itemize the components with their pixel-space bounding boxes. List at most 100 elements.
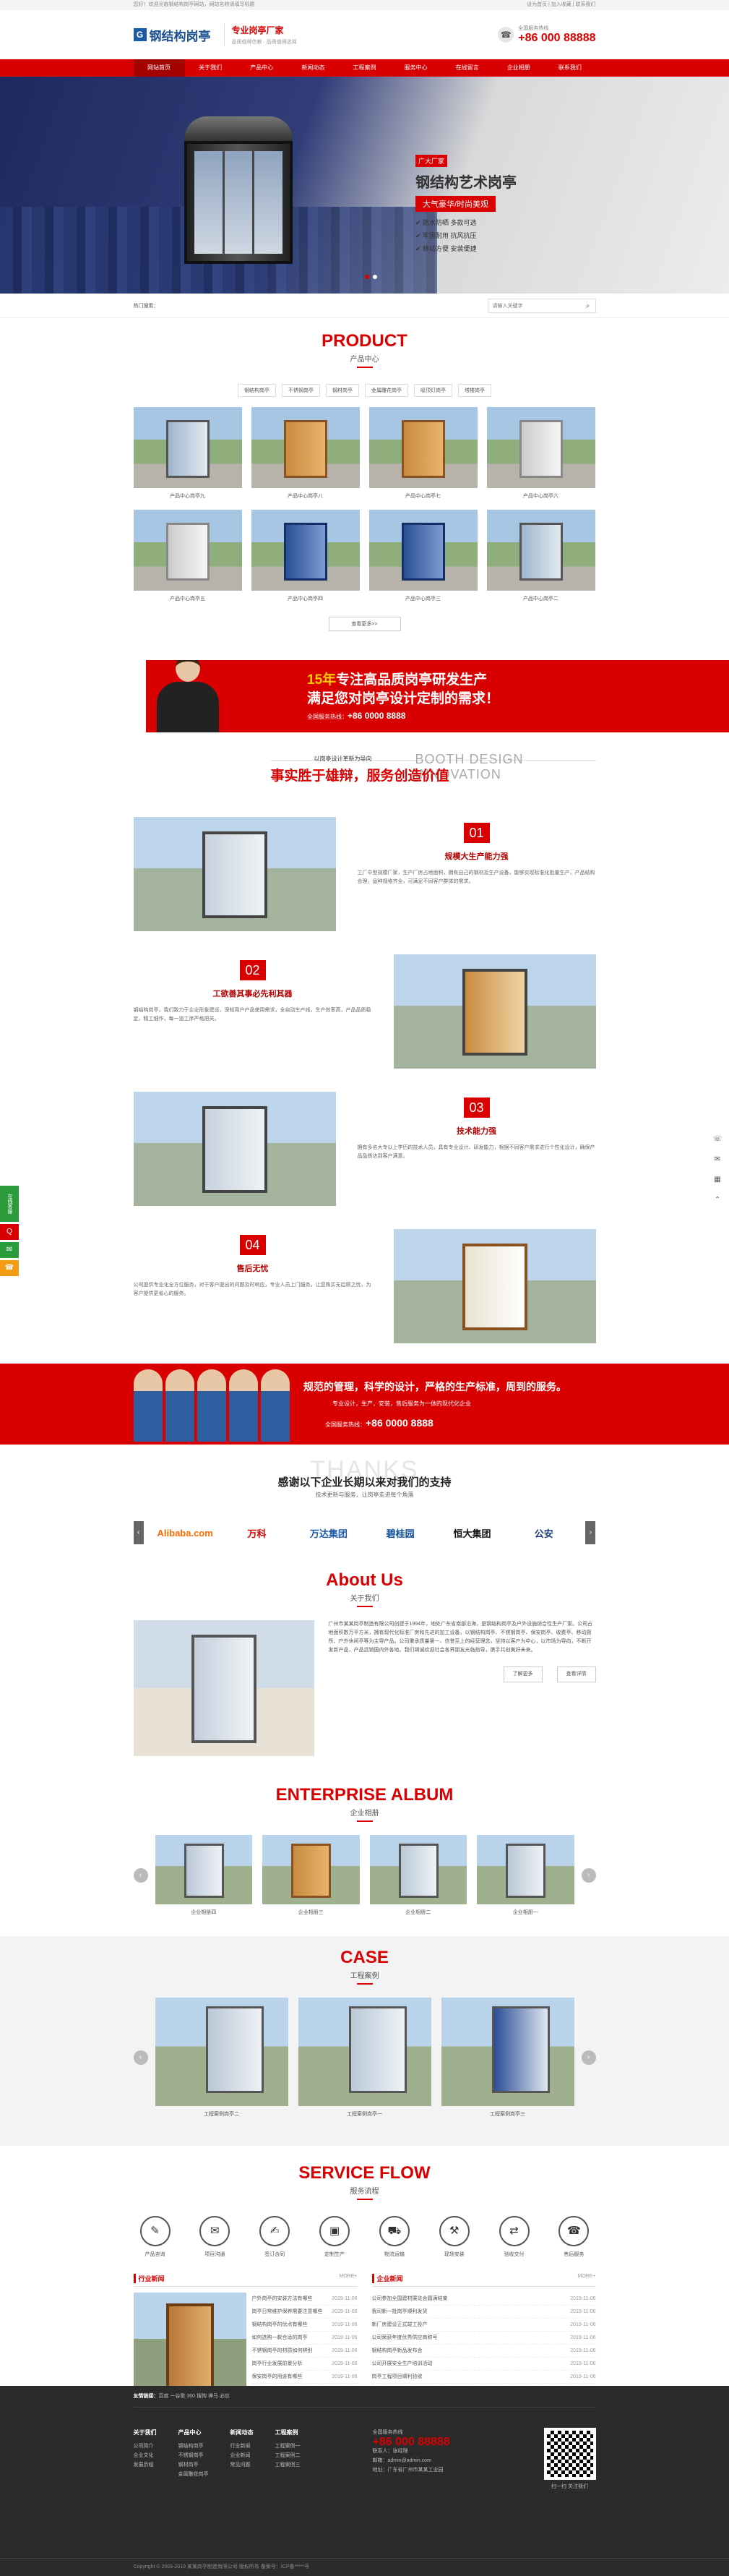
phone-icon[interactable]: ☏ <box>710 1135 725 1151</box>
nav-news[interactable]: 新闻动态 <box>288 59 339 77</box>
flow-step: ☎ 售后服务 <box>552 2216 595 2258</box>
product-card[interactable]: 产品中心岗亭九 <box>133 407 242 500</box>
product-tab[interactable]: 金属雕花岗亭 <box>365 384 408 397</box>
nav-album[interactable]: 企业相册 <box>493 59 544 77</box>
company-news-more[interactable]: MORE+ <box>577 2274 595 2283</box>
nav-cases[interactable]: 工程案例 <box>339 59 390 77</box>
banner-dot[interactable] <box>372 275 377 279</box>
prev-arrow-icon[interactable]: ‹ <box>133 2050 148 2065</box>
case-item[interactable]: 工程案例岗亭一 <box>298 1998 431 2118</box>
chat-icon: ✉ <box>199 2216 230 2246</box>
banner-dots <box>364 275 377 279</box>
prev-arrow-icon[interactable]: ‹ <box>133 1521 144 1544</box>
promo-person-image <box>148 660 228 732</box>
next-arrow-icon[interactable]: › <box>581 1868 596 1883</box>
friend-links-list[interactable]: 百度 一谷歌 360 搜狗 神马 必应 <box>159 2394 230 2399</box>
news-item[interactable]: 如何选购一款合适的岗亭 2019-11-06 <box>251 2332 358 2345</box>
album-item[interactable]: 企业相册四 <box>155 1835 252 1916</box>
news-item[interactable]: 钢结构岗亭新品发布会 2019-11-06 <box>371 2345 596 2358</box>
phone-icon[interactable]: ☎ <box>0 1260 19 1276</box>
product-card[interactable]: 产品中心岗亭二 <box>486 510 595 602</box>
nav-service[interactable]: 服务中心 <box>390 59 441 77</box>
news-item[interactable]: 公司开展安全生产培训活动 2019-11-06 <box>371 2358 596 2371</box>
partners-subtitle: 技术更新与服务，让岗亭走进每个角落 <box>315 1492 414 1498</box>
view-details-button[interactable]: 查看详情 <box>556 1666 596 1682</box>
album-item[interactable]: 企业相册一 <box>477 1835 574 1916</box>
online-service-tab[interactable]: 在线客服 <box>0 1186 19 1222</box>
slogan-main: 专业岗亭厂家 <box>231 25 284 35</box>
product-tab[interactable]: 吸顶灯岗亭 <box>414 384 452 397</box>
section-title-cn: 企业相册 <box>350 1810 379 1818</box>
qrcode-icon[interactable]: ▦ <box>710 1176 725 1191</box>
consult-icon: ✎ <box>139 2216 171 2246</box>
case-item[interactable]: 工程案例岗亭三 <box>441 1998 574 2118</box>
hero-banner[interactable]: 广大厂家 钢结构艺术岗亭 大气豪华/时尚美观 防水防晒 多款可选 牢固耐用 抗风… <box>0 77 729 294</box>
advantage-text: 工厂中型规模厂家，生产厂房占地面积，拥有自己的钢材及生产设备，能够实现标准化批量… <box>357 870 595 884</box>
news-item[interactable]: 我司新一批岗亭顺利发货 2019-11-06 <box>371 2306 596 2319</box>
more-products-button[interactable]: 查看更多>> <box>328 617 401 631</box>
news-item[interactable]: 新厂房建设正式竣工投产 2019-11-06 <box>371 2319 596 2332</box>
banner-dot[interactable] <box>364 275 369 279</box>
header-hotline: ☎ 全国服务热线 +86 000 88888 <box>498 25 596 45</box>
nav-products[interactable]: 产品中心 <box>236 59 288 77</box>
chat-icon[interactable]: ✉ <box>710 1155 725 1171</box>
search-input[interactable] <box>488 299 581 312</box>
case-item[interactable]: 工程案例岗亭二 <box>155 1998 288 2118</box>
news-item[interactable]: 岗亭行业发展前景分析 2019-11-06 <box>251 2358 358 2371</box>
section-title-en: PRODUCT <box>322 331 407 351</box>
section-title-cn: 服务流程 <box>350 2188 379 2196</box>
wechat-icon[interactable]: ✉ <box>0 1242 19 1258</box>
nav-about[interactable]: 关于我们 <box>185 59 236 77</box>
truck-icon: ⛟ <box>379 2216 410 2246</box>
news-item[interactable]: 不锈钢岗亭的材质如何辨别 2019-11-06 <box>251 2345 358 2358</box>
case-section: CASE 工程案例 ‹ 工程案例岗亭二 工程案例岗亭一 工程案例岗亭三 › <box>0 1936 729 2146</box>
album-item[interactable]: 企业相册二 <box>369 1835 467 1916</box>
news-item[interactable]: 公司参加全国建材展览会圆满结束 2019-11-06 <box>371 2293 596 2306</box>
prev-arrow-icon[interactable]: ‹ <box>133 1868 148 1883</box>
float-tools-right: ☏ ✉ ▦ ⌃ <box>710 1135 725 1216</box>
top-links[interactable]: 设为首页 | 加入收藏 | 联系我们 <box>527 0 595 10</box>
partner-logo: 恒大集团 <box>453 1528 491 1539</box>
promo-line1: 15年专注高品质岗亭研发生产 <box>307 672 488 688</box>
product-card[interactable]: 产品中心岗亭七 <box>368 407 478 500</box>
qq-icon[interactable]: Q <box>0 1224 19 1240</box>
partners-section: THANKS 感谢以下企业长期以来对我们的支持 技术更新与服务，让岗亭走进每个角… <box>133 1456 596 1554</box>
album-item[interactable]: 企业相册三 <box>262 1835 360 1916</box>
case-carousel: ‹ 工程案例岗亭二 工程案例岗亭一 工程案例岗亭三 › <box>133 1998 596 2118</box>
top-icon[interactable]: ⌃ <box>710 1196 725 1212</box>
banner-kiosk-image <box>184 116 293 275</box>
industry-news-more[interactable]: MORE+ <box>339 2274 357 2283</box>
promo-people-image <box>134 1369 290 1442</box>
section-title-en: ENTERPRISE ALBUM <box>275 1785 454 1805</box>
nav-contact[interactable]: 联系我们 <box>544 59 595 77</box>
hotline-label: 全国服务热线 <box>518 26 549 31</box>
product-tab[interactable]: 钢结构岗亭 <box>238 384 276 397</box>
news-item[interactable]: 岗亭工程项目顺利验收 2019-11-06 <box>371 2371 596 2384</box>
about-text: 广州市某某岗亭制造有限公司创建于1994年，地处广东省南部沿海，是钢结构岗亭及户… <box>328 1622 593 1653</box>
product-card[interactable]: 产品中心岗亭八 <box>251 407 360 500</box>
product-card[interactable]: 产品中心岗亭六 <box>486 407 595 500</box>
product-tab[interactable]: 钢材岗亭 <box>326 384 359 397</box>
product-card[interactable]: 产品中心岗亭五 <box>133 510 242 602</box>
product-tab[interactable]: 塔楼岗亭 <box>458 384 491 397</box>
exchange-icon: ⇄ <box>499 2216 530 2246</box>
next-arrow-icon[interactable]: › <box>581 2050 596 2065</box>
album-carousel: ‹ 企业相册四 企业相册三 企业相册二 企业相册一 › <box>133 1835 596 1916</box>
product-tab[interactable]: 不锈钢岗亭 <box>282 384 320 397</box>
news-item[interactable]: 保安岗亭的用途有哪些 2019-11-06 <box>251 2371 358 2384</box>
site-logo[interactable]: G 钢结构岗亭 <box>133 26 211 44</box>
product-card[interactable]: 产品中心岗亭三 <box>368 510 478 602</box>
news-item[interactable]: 钢结构岗亭的优点有哪些 2019-11-06 <box>251 2319 358 2332</box>
promo2-hotline: 全国服务热线：+86 0000 8888 <box>325 1417 433 1429</box>
footer-phone: +86 000 88888 <box>372 2436 450 2448</box>
nav-message[interactable]: 在线留言 <box>441 59 493 77</box>
next-arrow-icon[interactable]: › <box>585 1521 596 1544</box>
news-item[interactable]: 岗亭日常维护保养需要注意哪些 2019-11-06 <box>251 2306 358 2319</box>
news-item[interactable]: 户外岗亭的安装方法有哪些 2019-11-06 <box>251 2293 358 2306</box>
product-card[interactable]: 产品中心岗亭四 <box>251 510 360 602</box>
partner-logo: 万科 <box>247 1528 267 1539</box>
learn-more-button[interactable]: 了解更多 <box>503 1666 543 1682</box>
nav-home[interactable]: 网站首页 <box>133 59 185 77</box>
news-item[interactable]: 公司荣获年度优秀供应商称号 2019-11-06 <box>371 2332 596 2345</box>
search-icon[interactable]: ⌕ <box>581 302 595 310</box>
